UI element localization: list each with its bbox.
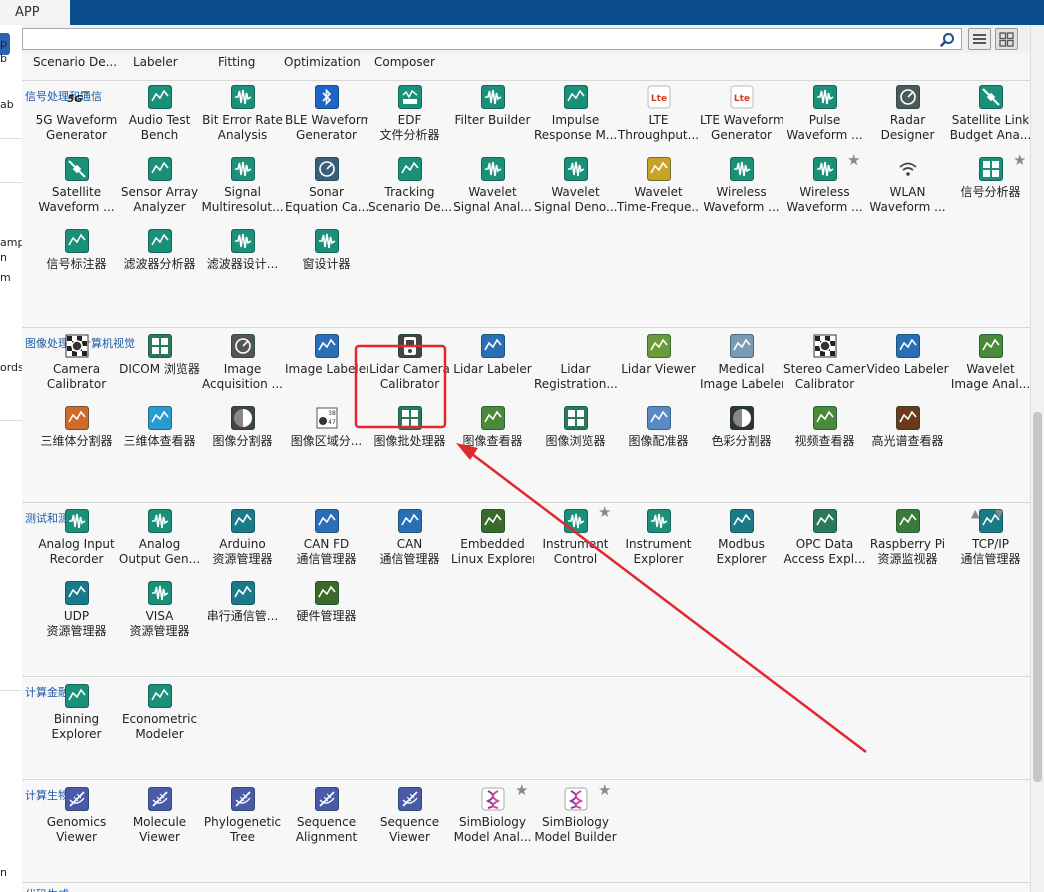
annotation-overlay <box>354 344 867 753</box>
annotation-arrow-line <box>463 447 867 753</box>
highlight-box <box>354 344 447 429</box>
